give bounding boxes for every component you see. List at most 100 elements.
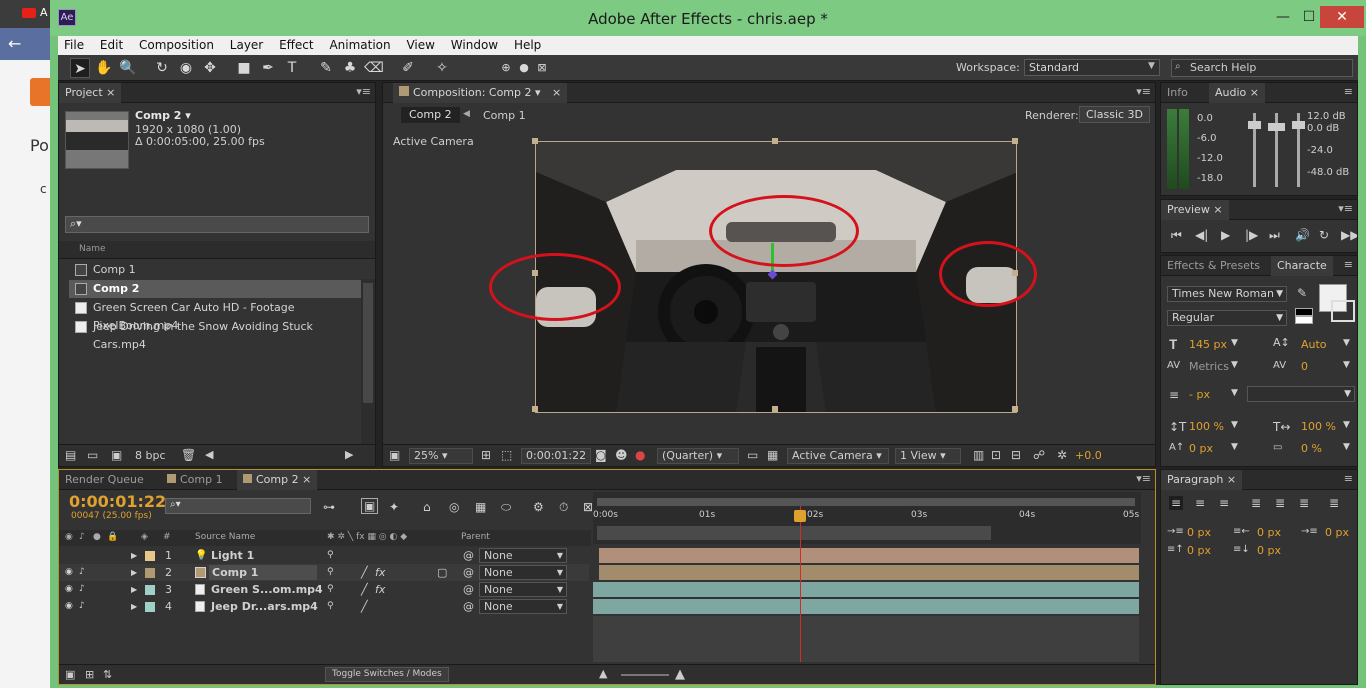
- local-axis-icon[interactable]: ⊕: [496, 58, 516, 78]
- graph-editor-icon[interactable]: ▦: [475, 500, 486, 514]
- quality-switch-icon[interactable]: ╱: [361, 564, 368, 581]
- renderer-button[interactable]: Classic 3D: [1079, 106, 1151, 123]
- close-icon[interactable]: ×: [106, 86, 115, 99]
- menu-composition[interactable]: Composition: [133, 36, 220, 54]
- channel-icon[interactable]: ●: [635, 448, 645, 462]
- scrollbar[interactable]: [361, 279, 375, 447]
- clone-stamp-tool-icon[interactable]: ♣: [340, 58, 360, 78]
- comp-mini-flowchart-icon[interactable]: ⊶: [323, 500, 335, 514]
- close-icon[interactable]: ×: [552, 86, 561, 99]
- indent-first-value[interactable]: 0 px: [1325, 526, 1349, 539]
- work-area-range[interactable]: [597, 526, 991, 540]
- roto-brush-tool-icon[interactable]: ✐: [398, 58, 418, 78]
- menu-effect[interactable]: Effect: [273, 36, 320, 54]
- preview-toggle-icon[interactable]: ▣: [389, 448, 400, 462]
- camera-view-dropdown[interactable]: Active Camera ▾: [787, 448, 889, 464]
- layer-bar[interactable]: [599, 565, 1139, 580]
- stroke-width-value[interactable]: - px: [1189, 388, 1210, 401]
- pick-whip-icon[interactable]: @: [463, 547, 474, 564]
- parent-column[interactable]: Parent: [461, 532, 490, 542]
- tab-preview[interactable]: Preview ×: [1161, 200, 1229, 220]
- scroll-right-icon[interactable]: ▶: [345, 448, 353, 461]
- previous-frame-icon[interactable]: ◀|: [1195, 228, 1208, 242]
- tracking-value[interactable]: 0: [1301, 360, 1308, 373]
- pick-whip-icon[interactable]: @: [463, 581, 474, 598]
- volume-slider[interactable]: [1268, 113, 1285, 187]
- timeline-icon[interactable]: ⊟: [1011, 448, 1021, 462]
- pick-whip-icon[interactable]: @: [463, 564, 474, 581]
- panel-menu-icon[interactable]: ▾≡: [1136, 472, 1151, 485]
- shy-switch-icon[interactable]: ⚲: [327, 581, 334, 598]
- first-frame-icon[interactable]: ⏮: [1171, 228, 1182, 243]
- source-name-column[interactable]: Source Name: [195, 532, 255, 542]
- eyedropper-icon[interactable]: ✎: [1297, 286, 1307, 300]
- indent-left-value[interactable]: 0 px: [1187, 526, 1211, 539]
- parent-dropdown[interactable]: None ▼: [479, 582, 567, 597]
- label-color-swatch[interactable]: [145, 568, 155, 578]
- transform-handle[interactable]: [772, 138, 778, 144]
- panel-menu-icon[interactable]: ▾≡: [356, 85, 371, 98]
- volume-slider[interactable]: [1292, 113, 1305, 187]
- ram-preview-icon[interactable]: ▶▶: [1341, 228, 1357, 242]
- transform-handle[interactable]: [772, 406, 778, 412]
- expand-icon[interactable]: ▶: [131, 564, 137, 581]
- align-right-icon[interactable]: ≡: [1219, 496, 1229, 510]
- loop-icon[interactable]: ↻: [1319, 228, 1329, 242]
- justify-center-icon[interactable]: ≣: [1275, 496, 1285, 510]
- audio-icon[interactable]: ♪: [79, 564, 85, 581]
- draft-3d-icon[interactable]: ▣: [361, 498, 379, 514]
- eye-icon[interactable]: ◉: [65, 581, 73, 598]
- hand-tool-icon[interactable]: ✋: [94, 58, 114, 78]
- chevron-down-icon[interactable]: ▼: [1343, 420, 1350, 430]
- quality-switch-icon[interactable]: ╱: [361, 581, 368, 598]
- current-time-indicator[interactable]: [800, 506, 801, 662]
- project-item[interactable]: Jeep Driving in the Snow Avoiding Stuck …: [69, 318, 367, 351]
- effect-switch-icon[interactable]: fx: [375, 564, 385, 581]
- effect-switch-icon[interactable]: fx: [375, 581, 385, 598]
- quality-switch-icon[interactable]: ╱: [361, 598, 368, 615]
- space-after-value[interactable]: 0 px: [1257, 544, 1281, 557]
- chevron-down-icon[interactable]: ▼: [1231, 442, 1238, 452]
- kerning-value[interactable]: Metrics: [1189, 360, 1229, 373]
- graph-toggle-icon[interactable]: ⊠: [583, 500, 593, 514]
- menu-edit[interactable]: Edit: [94, 36, 129, 54]
- menu-window[interactable]: Window: [445, 36, 504, 54]
- exposure-value[interactable]: +0.0: [1075, 449, 1102, 462]
- new-folder-icon[interactable]: ▭: [87, 448, 98, 462]
- stroke-type-dropdown[interactable]: ▼: [1247, 386, 1355, 402]
- chevron-down-icon[interactable]: ▼: [1231, 360, 1238, 370]
- timing-icon[interactable]: ⇅: [103, 668, 112, 681]
- rotation-tool-icon[interactable]: ↻: [152, 58, 172, 78]
- eye-icon[interactable]: ◉: [65, 598, 73, 615]
- layer-name[interactable]: Green S...om.mp4: [211, 581, 323, 598]
- rectangle-tool-icon[interactable]: ■: [234, 58, 254, 78]
- stroke-color-swatch[interactable]: [1331, 300, 1355, 322]
- white-swatch[interactable]: [1295, 316, 1313, 324]
- layer-row[interactable]: ◉ ♪ ▶ 3 Green S...om.mp4 ⚲ ╱ fx @ None ▼: [59, 581, 589, 598]
- last-frame-icon[interactable]: ⏭: [1269, 228, 1280, 243]
- bit-depth-button[interactable]: 8 bpc: [135, 449, 166, 462]
- audio-icon[interactable]: ♪: [79, 598, 85, 615]
- parent-dropdown[interactable]: None ▼: [479, 565, 567, 580]
- brainstorm-icon[interactable]: ⚙: [533, 500, 544, 514]
- project-search-input[interactable]: ⌕▾: [65, 216, 369, 233]
- project-item[interactable]: Green Screen Car Auto HD - Footage Pixel…: [69, 299, 367, 332]
- panel-menu-icon[interactable]: ≡: [1344, 472, 1353, 485]
- current-time-field[interactable]: 0:00:01:22: [521, 448, 592, 464]
- transform-handle[interactable]: [1012, 406, 1018, 412]
- zoom-out-icon[interactable]: ▲: [599, 667, 607, 680]
- volume-slider[interactable]: [1248, 113, 1261, 187]
- time-ruler[interactable]: 0:00s 01s 02s 03s 04s 05s: [593, 492, 1141, 544]
- layer-row[interactable]: ◉ ♪ ▶ 2 Comp 1 ⚲ ╱ fx ▢ @ None ▼: [59, 564, 589, 581]
- align-center-icon[interactable]: ≡: [1195, 496, 1205, 510]
- expand-icon[interactable]: ▶: [131, 547, 137, 564]
- layer-name[interactable]: Light 1: [211, 547, 254, 564]
- type-tool-icon[interactable]: T: [282, 58, 302, 78]
- label-color-swatch[interactable]: [145, 551, 155, 561]
- expand-icon[interactable]: ▶: [131, 598, 137, 615]
- snapshot-icon[interactable]: ◙: [595, 448, 607, 462]
- align-left-icon[interactable]: ≡: [1169, 496, 1184, 510]
- work-area-bar[interactable]: [597, 498, 1135, 506]
- chevron-down-icon[interactable]: ▼: [1231, 420, 1238, 430]
- transfer-icon[interactable]: ⊞: [85, 668, 94, 681]
